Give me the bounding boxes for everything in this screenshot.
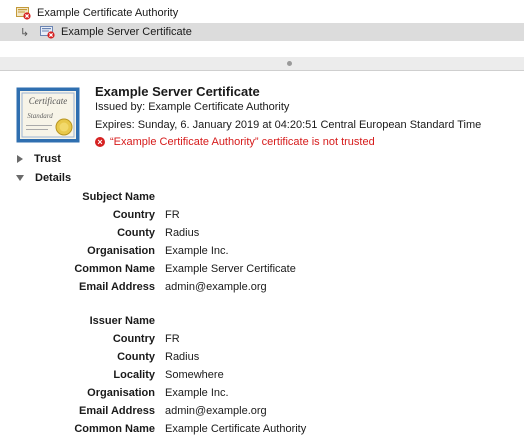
trust-section-label: Trust [34,153,61,165]
expires-text: Expires: Sunday, 6. January 2019 at 04:2… [95,119,482,131]
field-value: FR [165,333,180,345]
untrusted-certificate-icon [40,25,55,39]
table-row: County Radius [0,351,524,369]
field-value: Example Inc. [165,387,229,399]
untrusted-certificate-icon [16,6,31,20]
field-label: Email Address [78,405,155,417]
field-label: Email Address [78,281,155,293]
chain-item-label: Example Certificate Authority [37,7,179,19]
certificate-title: Example Server Certificate [95,84,260,99]
table-row: Email Address admin@example.org [0,405,524,423]
certificate-thumbnail-icon: Certificate Standard [16,87,80,143]
field-label: County [117,227,155,239]
certificate-details-pane: Certificate Standard Example Server Cert… [0,71,524,441]
table-row: County Radius [0,227,524,245]
field-label: Country [112,209,155,221]
trust-disclosure[interactable]: Trust [17,153,61,165]
thumbnail-title-text: Certificate [29,96,68,106]
field-value: Example Inc. [165,245,229,257]
field-value: admin@example.org [165,405,267,417]
field-label: Country [112,333,155,345]
table-row: Organisation Example Inc. [0,387,524,405]
field-value: Radius [165,227,200,239]
details-disclosure[interactable]: Details [16,172,72,184]
chain-item-server[interactable]: ↳ Example Server Certificate [0,23,524,41]
trust-error-message: × “Example Certificate Authority” certif… [95,136,375,148]
subject-name-heading: Subject Name [82,191,155,203]
trust-error-text: “Example Certificate Authority” certific… [110,136,375,148]
subject-name-heading-row: Subject Name [0,191,524,209]
table-row: Common Name Example Certificate Authorit… [0,423,524,441]
field-value: Example Server Certificate [165,263,296,275]
table-row: Email Address admin@example.org [0,281,524,299]
error-x-icon: × [95,137,105,147]
disclosure-triangle-right-icon[interactable] [17,155,23,163]
table-row: Organisation Example Inc. [0,245,524,263]
table-row: Locality Somewhere [0,369,524,387]
split-view-divider[interactable] [0,57,524,71]
field-label: Locality [113,369,155,381]
issued-by-text: Issued by: Example Certificate Authority [95,101,290,113]
field-value: Example Certificate Authority [165,423,307,435]
disclosure-triangle-down-icon[interactable] [16,175,24,181]
field-label: Common Name [74,423,155,435]
field-label: Organisation [87,245,155,257]
details-section-label: Details [35,172,72,184]
field-label: Organisation [87,387,155,399]
chain-item-ca[interactable]: Example Certificate Authority [0,4,524,22]
field-value: admin@example.org [165,281,267,293]
child-arrow-icon: ↳ [20,26,30,39]
issuer-name-heading-row: Issuer Name [0,315,524,333]
field-value: FR [165,209,180,221]
table-row: Common Name Example Server Certificate [0,263,524,281]
field-value: Somewhere [165,369,224,381]
issuer-name-heading: Issuer Name [89,315,155,327]
field-label: Common Name [74,263,155,275]
field-value: Radius [165,351,200,363]
table-row: Country FR [0,209,524,227]
chain-item-label: Example Server Certificate [61,26,192,38]
thumbnail-subtitle-text: Standard [27,112,53,120]
field-label: County [117,351,155,363]
divider-handle-icon[interactable] [287,61,292,66]
certificate-chain-list: Example Certificate Authority ↳ Example … [0,0,524,58]
table-row: Country FR [0,333,524,351]
